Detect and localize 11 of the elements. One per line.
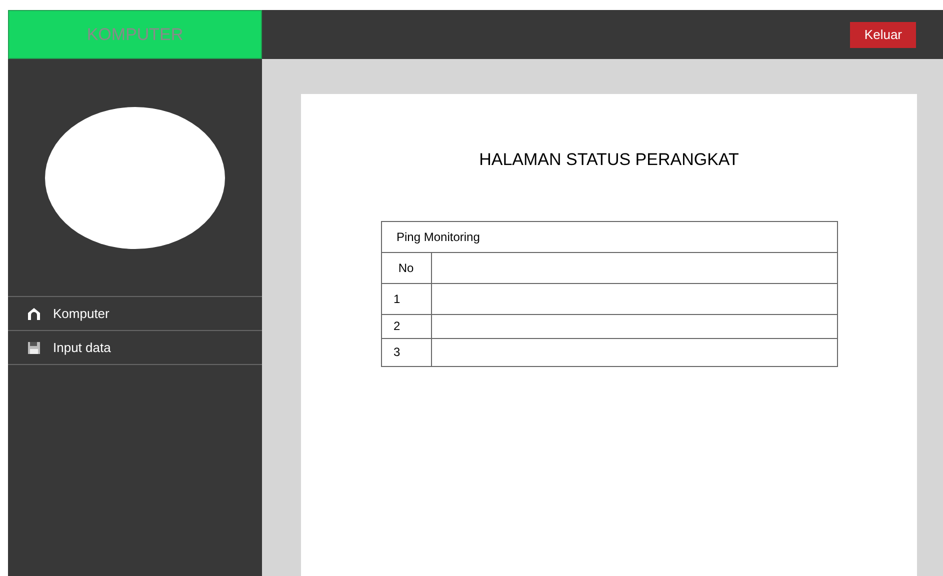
table-caption: Ping Monitoring bbox=[382, 222, 836, 252]
brand-title: KOMPUTER bbox=[86, 24, 184, 46]
sidebar-item[interactable]: Input data bbox=[8, 331, 262, 365]
sidebar-item[interactable]: Komputer bbox=[8, 297, 262, 331]
table-header-cell: No bbox=[382, 252, 432, 282]
table-cell: 2 bbox=[382, 314, 432, 338]
home-icon bbox=[27, 306, 41, 320]
page-title: HALAMAN STATUS PERANGKAT bbox=[479, 149, 739, 171]
table-cell: 1 bbox=[382, 284, 432, 314]
table-cell: 3 bbox=[382, 338, 432, 366]
logout-button[interactable]: Keluar bbox=[850, 22, 916, 48]
